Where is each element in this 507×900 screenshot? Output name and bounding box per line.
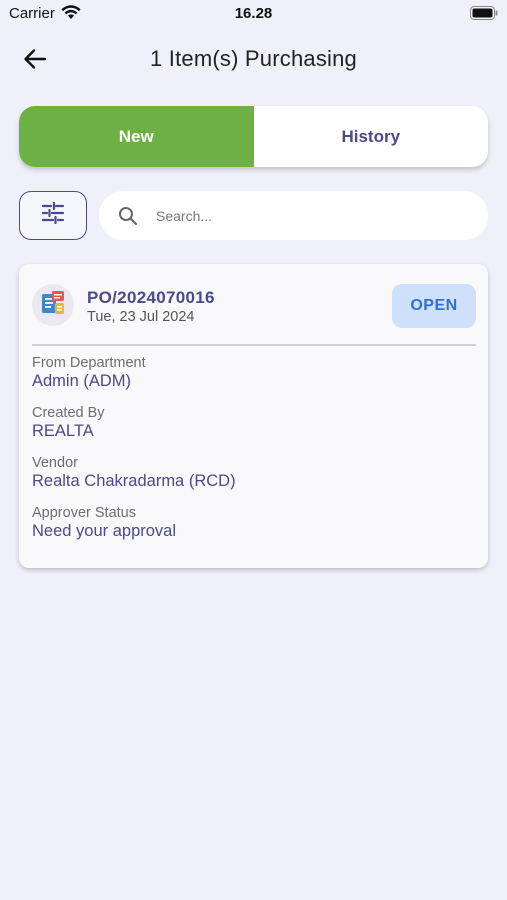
search-box xyxy=(99,191,488,240)
battery-icon xyxy=(470,6,498,25)
field-label: Vendor xyxy=(32,455,78,471)
po-number: PO/2024070016 xyxy=(87,288,215,307)
field-value: REALTA xyxy=(32,422,94,440)
app-header: 1 Item(s) Purchasing xyxy=(0,40,507,80)
sliders-icon xyxy=(41,201,65,229)
status-bar: Carrier 16.28 xyxy=(0,0,507,28)
document-list-icon xyxy=(39,289,67,322)
search-input[interactable] xyxy=(156,207,456,224)
open-status-button[interactable]: OPEN xyxy=(392,284,476,328)
purchase-order-card[interactable]: PO/2024070016 Tue, 23 Jul 2024 OPEN From… xyxy=(19,264,488,568)
tab-new[interactable]: New xyxy=(19,106,254,167)
field-value: Need your approval xyxy=(32,522,177,540)
field-vendor: Vendor Realta Chakradarma (RCD) xyxy=(32,455,236,491)
field-label: From Department xyxy=(32,355,146,371)
card-divider xyxy=(32,344,476,346)
field-created-by: Created By REALTA xyxy=(32,405,105,441)
page-title: 1 Item(s) Purchasing xyxy=(150,46,357,71)
tab-history[interactable]: History xyxy=(253,106,488,167)
field-approver-status: Approver Status Need your approval xyxy=(32,505,176,541)
field-label: Approver Status xyxy=(32,505,136,521)
po-date: Tue, 23 Jul 2024 xyxy=(87,309,195,325)
field-value: Realta Chakradarma (RCD) xyxy=(32,472,236,490)
avatar xyxy=(32,284,74,326)
field-value: Admin (ADM) xyxy=(32,372,132,390)
status-time: 16.28 xyxy=(234,5,273,22)
filter-button[interactable] xyxy=(19,191,87,240)
tab-bar: New History xyxy=(19,106,488,167)
field-label: Created By xyxy=(32,405,105,421)
search-icon xyxy=(118,206,138,226)
field-from-department: From Department Admin (ADM) xyxy=(32,355,146,391)
